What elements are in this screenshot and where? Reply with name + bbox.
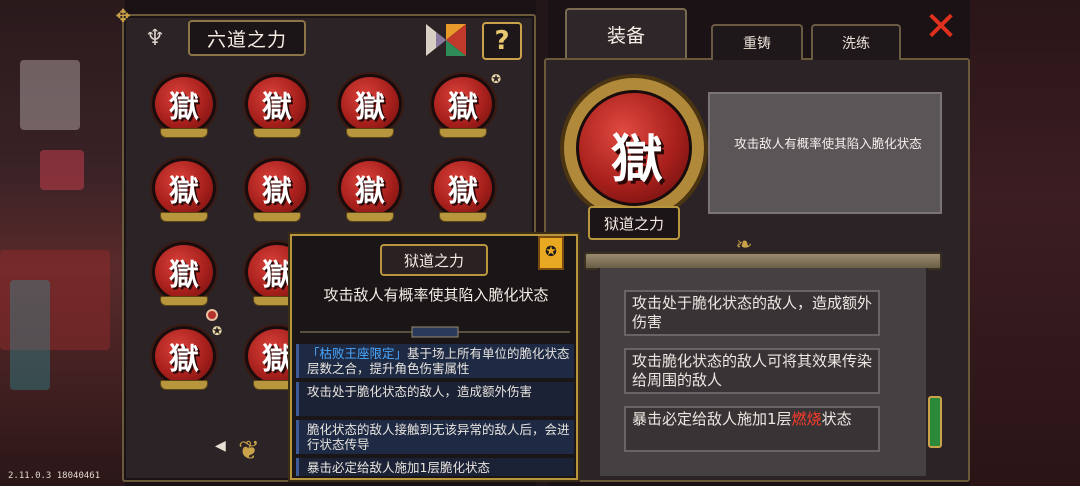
medal-base — [160, 128, 208, 138]
medal-base — [346, 128, 394, 138]
background-scene-right — [970, 0, 1080, 486]
effect-entry: 暴击必定给敌人施加1层燃烧状态 — [624, 406, 880, 452]
medal-base — [160, 380, 208, 390]
close-icon[interactable]: ✕ — [918, 4, 964, 50]
medal-slot[interactable]: 獄 ✪ — [152, 324, 222, 390]
medal-glyph: 獄 — [169, 342, 199, 377]
item-description: 攻击敌人有概率使其陷入脆化状态 — [734, 136, 922, 151]
version-label: 2.11.0.3 18040461 — [8, 471, 101, 481]
tooltip-effect-row: 暴击必定给敌人施加1层脆化状态 — [296, 458, 574, 476]
scene-pillar — [10, 280, 50, 390]
star-icon: ✪ — [490, 72, 501, 86]
effect-text: 攻击处于脆化状态的敌人，造成额外伤害 — [632, 294, 873, 331]
scene-figure — [20, 60, 80, 130]
effect-text: 攻击脆化状态的敌人可将其效果传染给周围的敌人 — [632, 352, 873, 389]
medal-slot[interactable]: 獄 — [338, 74, 402, 138]
badge-glyph: ✪ — [545, 244, 557, 260]
medal-base — [439, 128, 487, 138]
item-description-box — [708, 92, 942, 214]
tangram-icon[interactable] — [424, 20, 468, 60]
equipped-medal-face: 獄 — [576, 90, 692, 206]
help-button[interactable]: ? — [482, 22, 522, 60]
background-scene-left — [0, 0, 125, 486]
medal-slot[interactable]: 獄 — [152, 158, 216, 222]
medal-slot[interactable]: 獄 — [431, 158, 495, 222]
ornament-icon: ❦ — [238, 436, 260, 466]
tab-recast[interactable]: 重铸 — [711, 24, 803, 60]
lantern-icon — [928, 396, 942, 448]
effect-text: 暴击必定给敌人施加1层 — [632, 410, 792, 428]
trident-icon: ♆ — [145, 26, 165, 51]
tooltip-row-text: 脆化状态的敌人接触到无该异常的敌人后，会进行状态传导 — [307, 422, 570, 452]
tooltip-title: 狱道之力 — [380, 244, 488, 276]
medal-slot[interactable]: 獄 — [245, 158, 309, 222]
medal-base — [253, 128, 301, 138]
burn-keyword: 燃烧 — [791, 410, 822, 428]
tab-equip[interactable]: 装备 — [565, 8, 687, 58]
medal-slot[interactable]: 獄 — [245, 74, 309, 138]
tooltip-row-text: 攻击处于脆化状态的敌人，造成额外伤害 — [307, 384, 533, 399]
tooltip-badge-icon: ✪ — [538, 236, 564, 270]
effect-entry: 攻击脆化状态的敌人可将其效果传染给周围的敌人 — [624, 348, 880, 394]
equipped-medal: 獄 — [560, 74, 708, 222]
medal-slot[interactable]: 獄 — [152, 74, 216, 138]
tooltip-effect-row: 脆化状态的敌人接触到无该异常的敌人后，会进行状态传导 — [296, 420, 574, 454]
panel-title: 六道之力 — [188, 20, 306, 56]
medal-base — [160, 296, 208, 306]
medal-glyph: 獄 — [169, 90, 199, 125]
effect-entry: 攻击处于脆化状态的敌人，造成额外伤害 — [624, 290, 880, 336]
tooltip-effect-row: 「枯败王座限定」基于场上所有单位的脆化状态层数之合，提升角色伤害属性 — [296, 344, 574, 378]
medal-glyph: 獄 — [448, 174, 478, 209]
item-name: 狱道之力 — [588, 206, 680, 240]
medal-glyph: 獄 — [355, 174, 385, 209]
medal-slot[interactable]: 獄 — [338, 158, 402, 222]
medal-base — [439, 212, 487, 222]
medal-glyph: 獄 — [448, 90, 478, 125]
tooltip-effect-row: 攻击处于脆化状态的敌人，造成额外伤害 — [296, 382, 574, 416]
medal-base — [253, 212, 301, 222]
tooltip-row-text: 暴击必定给敌人施加1层脆化状态 — [307, 460, 490, 475]
medal-glyph: 獄 — [169, 258, 199, 293]
medal-glyph: 獄 — [169, 174, 199, 209]
tab-refine[interactable]: 洗练 — [811, 24, 901, 60]
medal-base — [160, 212, 208, 222]
medal-glyph: 獄 — [262, 174, 292, 209]
medal-glyph: 獄 — [262, 90, 292, 125]
limited-tag: 「枯败王座限定」 — [307, 346, 408, 361]
star-icon: ✪ — [211, 324, 222, 338]
medal-glyph: 獄 — [355, 90, 385, 125]
effect-text-tail: 状态 — [821, 410, 852, 428]
medal-slot[interactable]: 獄 — [152, 242, 216, 306]
page-prev-button[interactable]: ◀ — [215, 438, 231, 458]
tooltip-description: 攻击敌人有概率使其陷入脆化状态 — [323, 286, 549, 304]
equipped-medal-glyph: 獄 — [610, 130, 663, 190]
divider — [300, 326, 570, 338]
medal-base — [346, 212, 394, 222]
ornament-icon: ✥ — [115, 6, 131, 27]
scene-figure — [40, 150, 84, 190]
notification-badge — [206, 309, 218, 321]
medal-slot[interactable]: 獄 ✪ — [431, 72, 501, 138]
